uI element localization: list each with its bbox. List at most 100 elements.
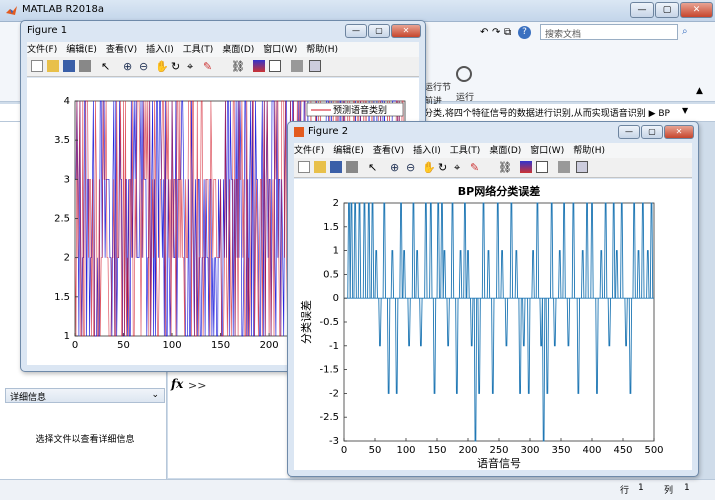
figure-2-menubar: 文件(F) 编辑(E) 查看(V) 插入(I) 工具(T) 桌面(D) 窗口(W) 帮助(H): [294, 143, 692, 158]
current-folder-path[interactable]: 分类,将四个特征信号的数据进行识别,从而实现语音识别 ▶ BP: [424, 106, 670, 119]
print-icon[interactable]: [346, 161, 358, 173]
menu-help[interactable]: 帮助(H): [306, 42, 338, 55]
command-window[interactable]: [168, 372, 290, 478]
figure-2-close-button[interactable]: ✕: [664, 125, 694, 139]
legend-icon[interactable]: [536, 161, 548, 173]
pan-hand-icon[interactable]: ✋: [422, 161, 436, 174]
brush-icon[interactable]: ✎: [203, 60, 215, 73]
link-plot-icon[interactable]: ⛓: [231, 60, 245, 73]
fx-icon[interactable]: fx: [171, 377, 183, 391]
select-arrow-icon[interactable]: ↖: [368, 161, 380, 174]
minimize-button[interactable]: —: [630, 2, 654, 18]
new-figure-icon[interactable]: [298, 161, 310, 173]
y-tick-label: 2: [64, 253, 70, 264]
print-icon[interactable]: [79, 60, 91, 72]
colorbar-icon[interactable]: [520, 161, 532, 173]
pan-hand-icon[interactable]: ✋: [155, 60, 169, 73]
legend-icon[interactable]: [269, 60, 281, 72]
data-cursor-icon[interactable]: ⌖: [187, 60, 199, 73]
switch-window-icon[interactable]: ⧉: [504, 27, 511, 38]
chart-title: BP网络分类误差: [458, 184, 540, 198]
figure-2-plot: BP网络分类误差语音信号 分类误差 0 50 100 150 200 250 300 350 400…: [299, 184, 664, 470]
search-icon[interactable]: ⌕: [682, 26, 688, 37]
open-file-icon[interactable]: [47, 60, 59, 72]
hide-plot-tools-icon[interactable]: [291, 60, 303, 72]
show-plot-tools-icon[interactable]: [576, 161, 588, 173]
x-tick-label: 500: [644, 445, 663, 456]
run-time-icon[interactable]: [456, 66, 472, 82]
help-icon[interactable]: ?: [518, 26, 531, 39]
status-row-label: 行: [620, 486, 630, 496]
figure-1-maximize-button[interactable]: ▢: [368, 24, 390, 38]
menu-insert[interactable]: 插入(I): [413, 143, 441, 156]
close-button[interactable]: ✕: [680, 2, 713, 18]
rotate-3d-icon[interactable]: ↻: [171, 60, 183, 73]
y-tick-label: 3: [64, 174, 70, 185]
menu-tools[interactable]: 工具(T): [183, 42, 214, 55]
menu-help[interactable]: 帮助(H): [573, 143, 605, 156]
main-titlebar: MATLAB R2018a — ▢ ✕: [0, 0, 715, 22]
redo-icon[interactable]: ↷: [492, 27, 500, 38]
zoom-in-icon[interactable]: ⊕: [123, 60, 135, 73]
save-icon[interactable]: [63, 60, 75, 72]
figure-1-minimize-button[interactable]: —: [345, 24, 367, 38]
menu-desktop[interactable]: 桌面(D): [489, 143, 521, 156]
undo-icon[interactable]: ↶: [480, 27, 488, 38]
x-tick-label: 400: [582, 445, 601, 456]
y-tick-label: 1: [333, 246, 339, 257]
show-plot-tools-icon[interactable]: [309, 60, 321, 72]
menu-desktop[interactable]: 桌面(D): [222, 42, 254, 55]
x-tick-label: 150: [211, 340, 230, 351]
menu-window[interactable]: 窗口(W): [530, 143, 564, 156]
menu-view[interactable]: 查看(V): [373, 143, 404, 156]
x-axis-label: 语音信号: [477, 456, 521, 470]
details-header[interactable]: 详细信息 ⌄: [5, 388, 165, 403]
menu-insert[interactable]: 插入(I): [146, 42, 174, 55]
x-tick-label: 300: [520, 445, 539, 456]
link-plot-icon[interactable]: ⛓: [498, 161, 512, 174]
data-cursor-icon[interactable]: ⌖: [454, 161, 466, 174]
x-tick-label: 0: [72, 340, 78, 351]
hide-plot-tools-icon[interactable]: [558, 161, 570, 173]
new-figure-icon[interactable]: [31, 60, 43, 72]
y-tick-label: -0.5: [319, 317, 339, 328]
ribbon-run-section-label[interactable]: 运行节: [424, 80, 451, 93]
ribbon-collapse-icon[interactable]: ▲: [696, 86, 703, 96]
status-row-value: 1: [638, 483, 644, 493]
figure-2-window[interactable]: Figure 2 — ▢ ✕ 文件(F) 编辑(E) 查看(V) 插入(I) 工具(T)…: [287, 121, 699, 477]
menu-view[interactable]: 查看(V): [106, 42, 137, 55]
figure-2-minimize-button[interactable]: —: [618, 125, 640, 139]
figure-2-canvas: BP网络分类误差 语音信号 分类误差 0 50 100 150 200 250 300 350 400…: [294, 179, 692, 470]
figure-2-maximize-button[interactable]: ▢: [641, 125, 663, 139]
menu-file[interactable]: 文件(F): [294, 143, 324, 156]
legend-entry: 预测语音类别: [333, 104, 387, 116]
figure-2-axes: [343, 202, 655, 442]
open-file-icon[interactable]: [314, 161, 326, 173]
figure-2-toolbar: ↖ ⊕ ⊖ ✋ ↻ ⌖ ✎ ⛓: [294, 158, 692, 178]
x-tick-label: 350: [551, 445, 570, 456]
menu-edit[interactable]: 编辑(E): [66, 42, 97, 55]
x-tick-label: 250: [489, 445, 508, 456]
figure-1-close-button[interactable]: ✕: [391, 24, 421, 38]
address-dropdown-icon[interactable]: ▼: [682, 106, 688, 115]
menu-tools[interactable]: 工具(T): [450, 143, 481, 156]
figure-icon: [294, 127, 304, 137]
select-arrow-icon[interactable]: ↖: [101, 60, 113, 73]
save-icon[interactable]: [330, 161, 342, 173]
zoom-in-icon[interactable]: ⊕: [390, 161, 402, 174]
y-tick-label: -1.5: [319, 365, 339, 376]
search-input[interactable]: 搜索文档: [540, 24, 678, 40]
colorbar-icon[interactable]: [253, 60, 265, 72]
y-tick-label: -3: [329, 436, 339, 447]
chevron-down-icon[interactable]: ⌄: [151, 390, 159, 400]
y-tick-label: -1: [329, 341, 339, 352]
menu-file[interactable]: 文件(F): [27, 42, 57, 55]
menu-edit[interactable]: 编辑(E): [333, 143, 364, 156]
zoom-out-icon[interactable]: ⊖: [406, 161, 418, 174]
command-prompt[interactable]: >>: [188, 379, 206, 392]
rotate-3d-icon[interactable]: ↻: [438, 161, 450, 174]
zoom-out-icon[interactable]: ⊖: [139, 60, 151, 73]
maximize-button[interactable]: ▢: [655, 2, 679, 18]
menu-window[interactable]: 窗口(W): [263, 42, 297, 55]
brush-icon[interactable]: ✎: [470, 161, 482, 174]
